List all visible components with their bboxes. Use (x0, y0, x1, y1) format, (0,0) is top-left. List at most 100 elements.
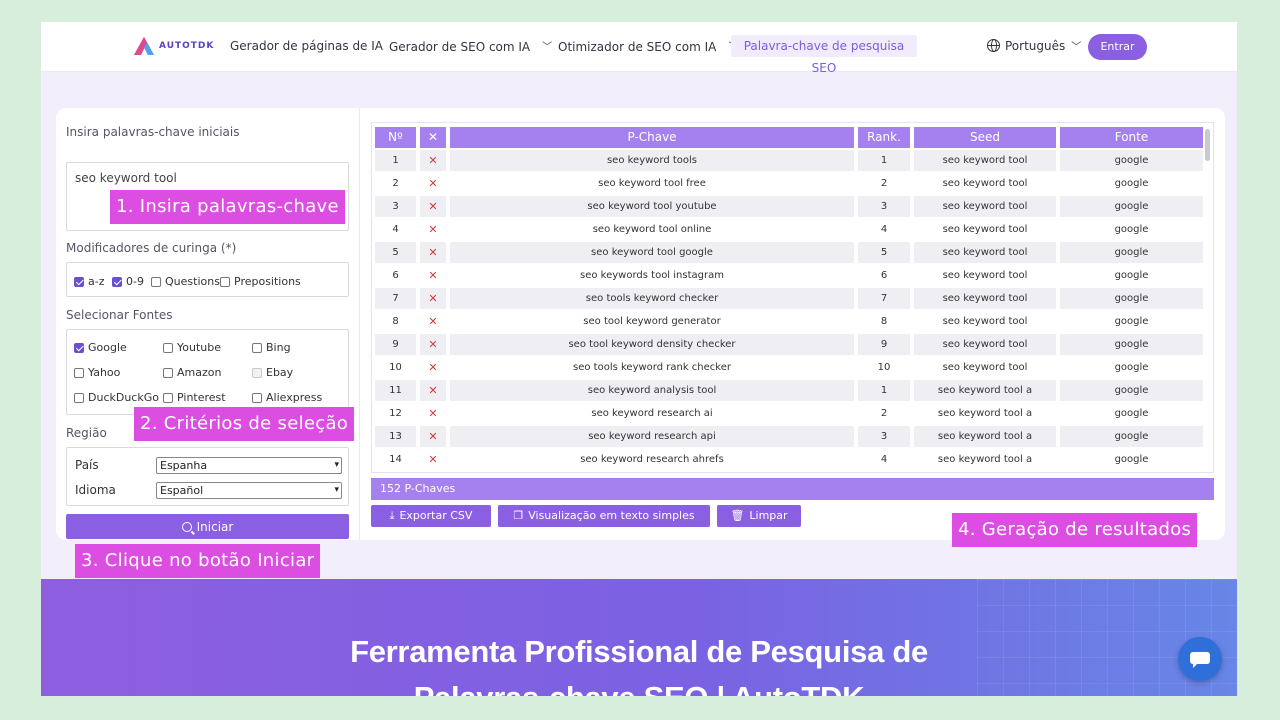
nav-link-ai-seo-optimizer[interactable]: Otimizador de SEO com IA﹀ (558, 39, 738, 54)
source-bing-checkbox[interactable]: Bing (252, 341, 291, 354)
table-header-cell: Seed (914, 127, 1056, 148)
nav-link-seo-keyword[interactable]: Palavra-chave de pesquisa SEO (731, 35, 917, 75)
table-cell-keyword: seo tools keyword checker (450, 288, 854, 309)
table-cell-source: google (1060, 403, 1203, 424)
delete-icon[interactable]: ✕ (428, 269, 437, 282)
wildcard-prepositions-checkbox[interactable]: Prepositions (220, 275, 301, 288)
delete-icon[interactable]: ✕ (428, 407, 437, 420)
table-cell-n: 3 (375, 196, 416, 217)
table-cell-n: 9 (375, 334, 416, 355)
source-yahoo-checkbox[interactable]: Yahoo (74, 366, 120, 379)
chat-icon[interactable] (1178, 637, 1222, 681)
checkbox-label: Prepositions (234, 275, 301, 288)
table-cell-rank: 1 (858, 380, 910, 401)
table-cell-source: google (1060, 426, 1203, 447)
table-cell-rank: 1 (858, 150, 910, 171)
divider (359, 108, 360, 540)
delete-icon[interactable]: ✕ (428, 223, 437, 236)
download-icon: ⤓ (389, 509, 395, 522)
delete-icon[interactable]: ✕ (428, 338, 437, 351)
delete-icon[interactable]: ✕ (428, 177, 437, 190)
results-table[interactable]: Nº ✕ P-Chave Rank. Seed Fonte 1 ✕ seo keyword to… (371, 122, 1214, 473)
export-csv-button[interactable]: ⤓ Exportar CSV (371, 505, 491, 527)
checkbox-label: a-z (88, 275, 105, 288)
sources-options: Google Youtube Bing Yahoo Amazon Ebay Du… (66, 329, 349, 415)
login-button[interactable]: Entrar (1088, 34, 1147, 60)
checkbox-icon (163, 367, 173, 378)
delete-icon[interactable]: ✕ (428, 384, 437, 397)
checkbox-checked-icon (112, 276, 122, 287)
checkbox-icon (163, 342, 173, 353)
country-select[interactable]: Espanha ▾ (156, 457, 342, 474)
delete-icon[interactable]: ✕ (428, 453, 437, 466)
start-button[interactable]: Iniciar (66, 514, 349, 539)
source-google-checkbox[interactable]: Google (74, 341, 127, 354)
chevron-down-icon: ▾ (334, 485, 339, 495)
nav-link-label: Gerador de SEO com IA (389, 40, 531, 54)
checkbox-label: Yahoo (88, 366, 121, 379)
table-cell-n: 5 (375, 242, 416, 263)
source-aliexpress-checkbox[interactable]: Aliexpress (252, 391, 322, 404)
checkbox-label: Google (88, 341, 127, 354)
table-scrollbar[interactable] (1205, 129, 1210, 161)
table-cell-delete: ✕ (420, 173, 446, 194)
source-duckduckgo-checkbox[interactable]: DuckDuckGo (74, 391, 159, 404)
delete-icon[interactable]: ✕ (428, 361, 437, 374)
table-cell-source: google (1060, 380, 1203, 401)
checkbox-label: Youtube (177, 341, 221, 354)
delete-icon[interactable]: ✕ (428, 430, 437, 443)
table-cell-seed: seo keyword tool (914, 173, 1056, 194)
table-cell-source: google (1060, 334, 1203, 355)
language-selector[interactable]: Português ﹀ (987, 38, 1081, 53)
plain-text-view-button[interactable]: ❐ Visualização em texto simples (498, 505, 710, 527)
hero-title-line2: Palavras-chave SEO | AutoTDK (41, 675, 1237, 696)
table-cell-rank: 3 (858, 426, 910, 447)
language-field-label: Idioma (75, 483, 116, 497)
hero-title: Ferramenta Profissional de Pesquisa de P… (41, 629, 1237, 696)
table-cell-keyword: seo tool keyword generator (450, 311, 854, 332)
app-frame: AUTOTDK Gerador de páginas de IA Gerador… (41, 22, 1237, 696)
language-select[interactable]: Español ▾ (156, 482, 342, 499)
table-cell-seed: seo keyword tool (914, 219, 1056, 240)
clear-button[interactable]: 🗑 Limpar (717, 505, 801, 527)
checkbox-label: Pinterest (177, 391, 226, 404)
table-cell-keyword: seo tool keyword density checker (450, 334, 854, 355)
delete-icon[interactable]: ✕ (428, 246, 437, 259)
nav-link-ai-seo-generator[interactable]: Gerador de SEO com IA ﹀ (389, 39, 552, 54)
delete-icon[interactable]: ✕ (428, 200, 437, 213)
table-header-cell: ✕ (420, 127, 446, 148)
table-cell-seed: seo keyword tool (914, 334, 1056, 355)
table-cell-keyword: seo keyword tools (450, 150, 854, 171)
checkbox-checked-icon (74, 276, 84, 287)
source-youtube-checkbox[interactable]: Youtube (163, 341, 221, 354)
delete-icon[interactable]: ✕ (428, 315, 437, 328)
table-cell-n: 13 (375, 426, 416, 447)
table-cell-seed: seo keyword tool a (914, 380, 1056, 401)
table-cell-source: google (1060, 150, 1203, 171)
table-cell-delete: ✕ (420, 311, 446, 332)
table-cell-rank: 6 (858, 265, 910, 286)
checkbox-disabled-icon (252, 367, 262, 378)
nav-link-ai-pages[interactable]: Gerador de páginas de IA (230, 39, 383, 53)
table-cell-seed: seo keyword tool (914, 311, 1056, 332)
source-pinterest-checkbox[interactable]: Pinterest (163, 391, 226, 404)
wildcard-az-checkbox[interactable]: a-z (74, 275, 104, 288)
wildcard-questions-checkbox[interactable]: Questions (151, 275, 220, 288)
language-select-value: Español (160, 484, 204, 497)
table-header-cell: Fonte (1060, 127, 1203, 148)
table-cell-source: google (1060, 219, 1203, 240)
logo[interactable]: AUTOTDK (133, 35, 214, 57)
wildcard-09-checkbox[interactable]: 0-9 (112, 275, 144, 288)
delete-icon[interactable]: ✕ (428, 292, 437, 305)
table-cell-delete: ✕ (420, 357, 446, 378)
button-label: Visualização em texto simples (528, 509, 695, 522)
checkbox-checked-icon (74, 342, 84, 353)
table-cell-seed: seo keyword tool (914, 357, 1056, 378)
table-cell-keyword: seo keywords tool instagram (450, 265, 854, 286)
checkbox-icon (252, 392, 262, 403)
table-cell-delete: ✕ (420, 196, 446, 217)
source-amazon-checkbox[interactable]: Amazon (163, 366, 221, 379)
table-cell-delete: ✕ (420, 265, 446, 286)
table-cell-delete: ✕ (420, 334, 446, 355)
delete-icon[interactable]: ✕ (428, 154, 437, 167)
